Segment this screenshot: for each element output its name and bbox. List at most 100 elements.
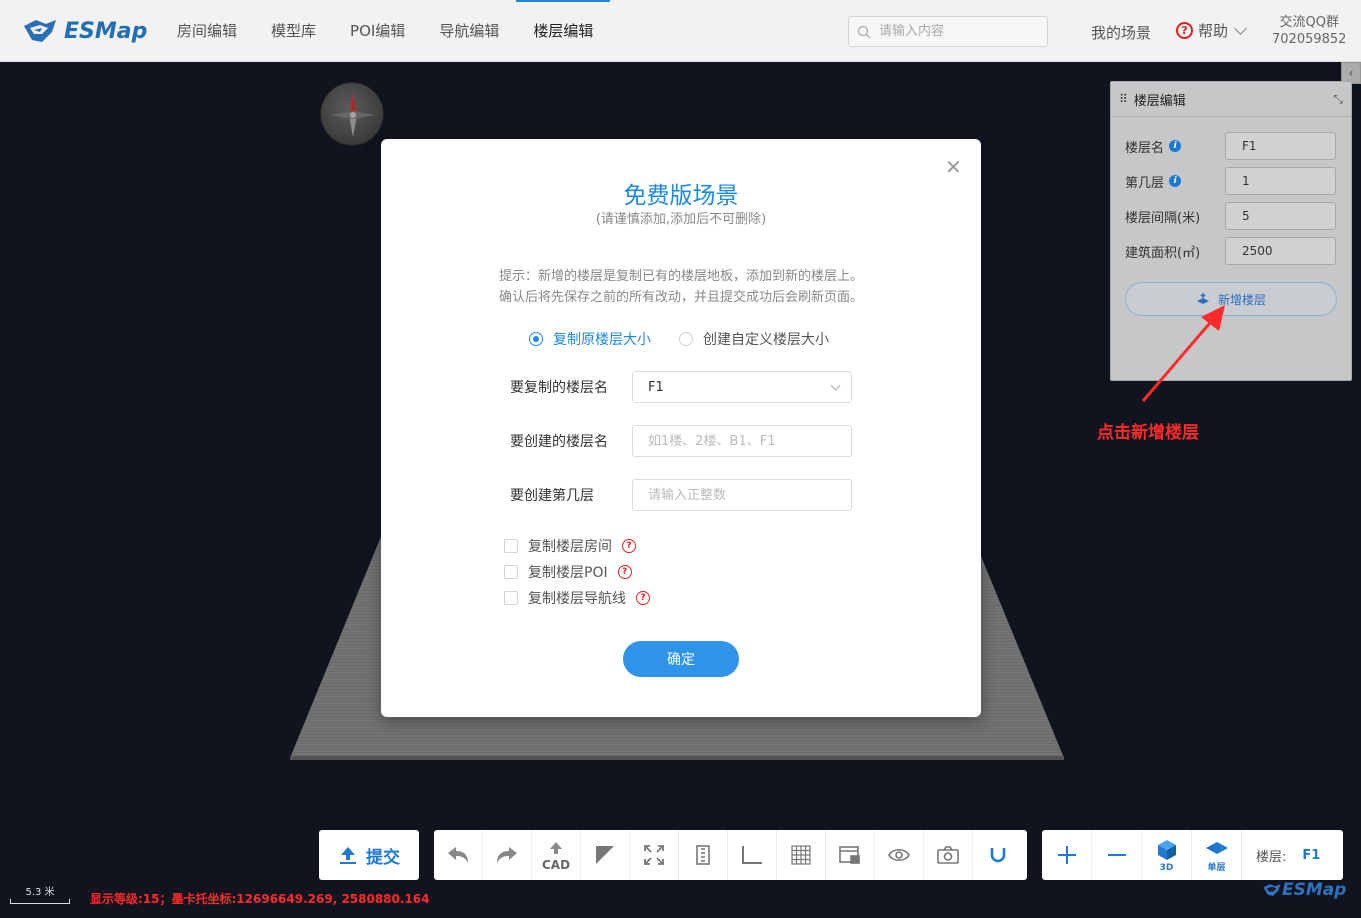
add-floor-icon	[1196, 293, 1209, 304]
select-value: F1	[648, 379, 664, 395]
qq-number: 702059852	[1272, 32, 1347, 47]
close-icon[interactable]: ✕	[945, 157, 962, 177]
screenshot-button[interactable]	[924, 830, 973, 880]
ruler-icon	[696, 845, 710, 865]
nav-model-library[interactable]: 模型库	[254, 0, 333, 62]
zoom-in-button[interactable]	[1042, 830, 1092, 880]
field-label: 要创建第几层	[510, 488, 594, 504]
copy-floor-row: 要复制的楼层名 F1	[510, 371, 852, 403]
undo-icon	[448, 847, 468, 863]
view-controls: 3D 单层 楼层: F1	[1042, 830, 1343, 880]
radio-checked-icon	[529, 332, 543, 346]
grid-button[interactable]	[777, 830, 826, 880]
floor-selector-value: F1	[1302, 847, 1321, 863]
radio-copy-size[interactable]: 复制原楼层大小	[529, 329, 651, 349]
size-mode-radio-group: 复制原楼层大小 创建自定义楼层大小	[529, 329, 857, 349]
my-scene-link[interactable]: 我的场景	[1091, 22, 1151, 43]
redo-button[interactable]	[483, 830, 532, 880]
floor-selector-label: 楼层:	[1256, 849, 1287, 865]
annotation-text: 点击新增楼层	[1097, 423, 1199, 443]
field-label: 第几层	[1125, 175, 1165, 191]
confirm-button[interactable]: 确定	[623, 641, 739, 677]
copy-floor-select[interactable]: F1	[632, 371, 852, 403]
search-input[interactable]	[879, 24, 1039, 39]
search-icon	[857, 25, 871, 38]
checkbox-copy-rooms[interactable]: 复制楼层房间 ?	[504, 537, 636, 555]
scale-bar-line	[10, 899, 70, 904]
checkbox-icon[interactable]	[504, 565, 518, 579]
single-floor-button[interactable]: 单层	[1192, 830, 1242, 880]
chevron-down-icon	[830, 380, 841, 391]
chevron-down-icon	[1234, 21, 1247, 35]
minimize-icon[interactable]: ⤡	[1333, 92, 1343, 107]
screen-button[interactable]	[826, 830, 875, 880]
single-floor-label: 单层	[1207, 863, 1226, 873]
screen-icon	[839, 846, 860, 864]
visibility-button[interactable]	[875, 830, 924, 880]
help-label: 帮助	[1198, 22, 1229, 40]
watermark-text: ESMap	[1282, 880, 1347, 900]
scale-bar: 5.3 米	[10, 883, 70, 904]
floor-number-row: 要创建第几层	[510, 479, 852, 511]
zoom-out-button[interactable]	[1092, 830, 1142, 880]
nav-room-edit[interactable]: 房间编辑	[160, 0, 254, 62]
upload-icon	[340, 847, 356, 864]
radio-label: 复制原楼层大小	[553, 332, 651, 348]
add-floor-dialog: ✕ 免费版场景 (请谨慎添加,添加后不可删除) 提示：新增的楼层是复制已有的楼层…	[381, 139, 981, 717]
panel-header[interactable]: ⠿ 楼层编辑 ⤡	[1111, 82, 1351, 117]
panel-title: 楼层编辑	[1133, 93, 1186, 109]
checkbox-copy-navlines[interactable]: 复制楼层导航线 ?	[504, 589, 650, 607]
new-floor-name-input[interactable]	[632, 425, 852, 457]
field-floor-index: 第几层 i 1	[1125, 167, 1337, 195]
snap-button[interactable]	[973, 830, 1022, 880]
help-menu[interactable]: ? 帮助	[1176, 20, 1247, 41]
esmap-watermark: ESMap	[1262, 880, 1346, 900]
view-3d-label: 3D	[1159, 863, 1174, 873]
ruler-button[interactable]	[679, 830, 728, 880]
info-icon[interactable]: i	[1169, 140, 1182, 152]
help-icon: ?	[1176, 22, 1193, 39]
building-area-input[interactable]: 2500	[1225, 237, 1336, 265]
floor-number-input[interactable]	[632, 479, 852, 511]
undo-button[interactable]	[434, 830, 483, 880]
checkbox-label: 复制楼层房间	[528, 539, 612, 555]
checkbox-copy-poi[interactable]: 复制楼层POI ?	[504, 563, 632, 581]
floor-index-input[interactable]: 1	[1225, 167, 1336, 195]
nav-navigation-edit[interactable]: 导航编辑	[422, 0, 516, 62]
checkbox-icon[interactable]	[504, 591, 518, 605]
cad-upload-button[interactable]: CAD	[532, 830, 581, 880]
nav-floor-edit[interactable]: 楼层编辑	[516, 0, 611, 62]
info-icon[interactable]: i	[1169, 175, 1182, 187]
esmap-logo[interactable]: ESMap	[22, 14, 147, 48]
submit-button[interactable]: 提交	[319, 830, 419, 880]
angle-button[interactable]	[728, 830, 777, 880]
floor-name-input[interactable]: F1	[1225, 132, 1336, 160]
field-label: 楼层间隔(米)	[1125, 210, 1201, 226]
floor-gap-input[interactable]: 5	[1225, 202, 1336, 230]
checkbox-label: 复制楼层导航线	[528, 591, 626, 607]
checkbox-icon[interactable]	[504, 539, 518, 553]
floor-selector[interactable]: 楼层: F1	[1242, 846, 1320, 865]
new-floor-name-row: 要创建的楼层名	[510, 425, 852, 457]
question-icon[interactable]: ?	[636, 591, 650, 605]
dialog-tip: 提示：新增的楼层是复制已有的楼层地板，添加到新的楼层上。 确认后将先保存之前的所…	[381, 266, 981, 308]
status-text: 显示等级:15；墨卡托坐标:12696649.269, 2580880.164	[90, 892, 430, 906]
question-icon[interactable]: ?	[622, 539, 636, 553]
submit-label: 提交	[366, 847, 400, 868]
search-box[interactable]	[848, 16, 1048, 47]
field-floor-name: 楼层名 i F1	[1125, 132, 1337, 160]
nav-poi-edit[interactable]: POI编辑	[333, 0, 422, 62]
radio-custom-size[interactable]: 创建自定义楼层大小	[679, 329, 829, 349]
view-3d-button[interactable]: 3D	[1142, 830, 1192, 880]
fullscreen-icon	[644, 845, 664, 865]
logo-icon	[24, 20, 56, 42]
field-label: 要创建的楼层名	[510, 434, 608, 450]
drag-handle-icon[interactable]: ⠿	[1119, 92, 1128, 106]
minus-icon	[1107, 854, 1126, 856]
question-icon[interactable]: ?	[617, 565, 632, 579]
cad-label: CAD	[541, 858, 571, 872]
tool-bar: CAD	[434, 830, 1027, 880]
scale-label: 5.3 米	[25, 887, 55, 898]
triangle-tool-button[interactable]	[581, 830, 630, 880]
fullscreen-button[interactable]	[630, 830, 679, 880]
